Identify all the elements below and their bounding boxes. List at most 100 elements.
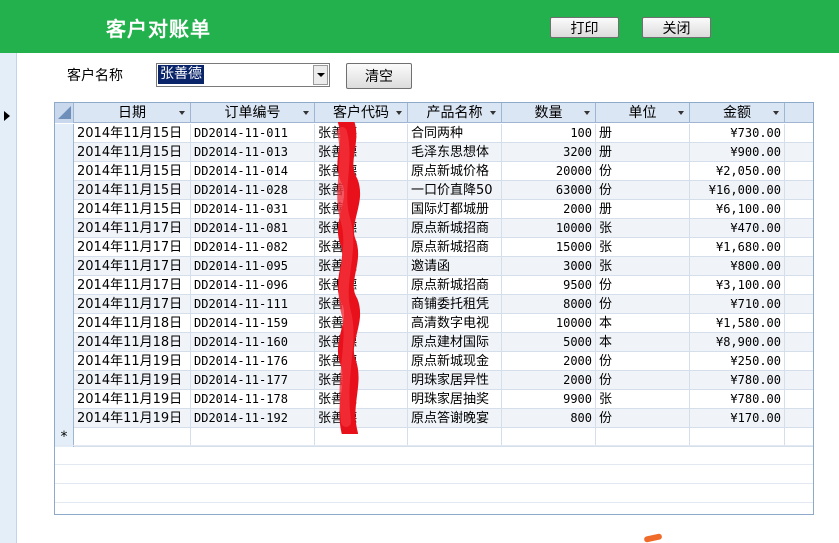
cell-quantity[interactable]: 15000: [502, 238, 596, 257]
filter-arrow-icon[interactable]: [773, 111, 779, 115]
cell-quantity[interactable]: 100: [502, 124, 596, 143]
orders-datasheet[interactable]: 日期 订单编号 客户代码 产品名称 数量 单位 金额 2014年11月15日 D…: [54, 102, 814, 515]
filter-arrow-icon[interactable]: [396, 111, 402, 115]
filter-arrow-icon[interactable]: [490, 111, 496, 115]
filter-arrow-icon[interactable]: [303, 111, 309, 115]
cell-unit[interactable]: 张: [596, 219, 690, 238]
cell-date[interactable]: 2014年11月19日: [74, 409, 191, 428]
cell-quantity[interactable]: 2000: [502, 200, 596, 219]
cell-amount[interactable]: ¥2,050.00: [690, 162, 785, 181]
cell-quantity[interactable]: 20000: [502, 162, 596, 181]
cell-unit[interactable]: 本: [596, 333, 690, 352]
table-row[interactable]: 2014年11月17日 DD2014-11-082 张善德 原点新城招商 150…: [55, 238, 813, 257]
cell-amount[interactable]: ¥710.00: [690, 295, 785, 314]
cell-quantity[interactable]: 2000: [502, 352, 596, 371]
cell-quantity[interactable]: 5000: [502, 333, 596, 352]
cell-amount[interactable]: ¥730.00: [690, 124, 785, 143]
cell-date[interactable]: 2014年11月17日: [74, 295, 191, 314]
cell-unit[interactable]: 本: [596, 314, 690, 333]
cell-unit[interactable]: 张: [596, 238, 690, 257]
select-all-corner[interactable]: [55, 103, 74, 123]
cell-amount[interactable]: ¥8,900.00: [690, 333, 785, 352]
cell-unit[interactable]: 份: [596, 276, 690, 295]
row-selector[interactable]: [55, 314, 74, 333]
column-header-order-no[interactable]: 订单编号: [191, 103, 315, 123]
cell-amount[interactable]: ¥1,680.00: [690, 238, 785, 257]
cell-date[interactable]: 2014年11月15日: [74, 181, 191, 200]
column-header-unit[interactable]: 单位: [596, 103, 690, 123]
cell-amount[interactable]: ¥780.00: [690, 371, 785, 390]
cell-order-no[interactable]: DD2014-11-081: [191, 219, 315, 238]
cell-order-no[interactable]: DD2014-11-159: [191, 314, 315, 333]
customer-name-value[interactable]: 张善德: [158, 65, 204, 84]
cell-date[interactable]: 2014年11月17日: [74, 257, 191, 276]
cell-unit[interactable]: 份: [596, 371, 690, 390]
cell-amount[interactable]: ¥170.00: [690, 409, 785, 428]
table-row[interactable]: 2014年11月15日 DD2014-11-013 张善德 毛泽东思想体 320…: [55, 143, 813, 162]
cell-quantity[interactable]: 9900: [502, 390, 596, 409]
row-selector[interactable]: [55, 257, 74, 276]
row-selector[interactable]: [55, 238, 74, 257]
clear-button[interactable]: 清空: [346, 63, 412, 89]
cell-quantity[interactable]: 10000: [502, 219, 596, 238]
cell-quantity[interactable]: 63000: [502, 181, 596, 200]
cell-amount[interactable]: ¥250.00: [690, 352, 785, 371]
filter-arrow-icon[interactable]: [584, 111, 590, 115]
cell-order-no[interactable]: DD2014-11-160: [191, 333, 315, 352]
cell-product-name[interactable]: 明珠家居异性: [408, 371, 502, 390]
column-header-customer-code[interactable]: 客户代码: [315, 103, 408, 123]
cell-order-no[interactable]: DD2014-11-178: [191, 390, 315, 409]
cell-product-name[interactable]: 合同两种: [408, 124, 502, 143]
cell-unit[interactable]: 张: [596, 390, 690, 409]
cell-order-no[interactable]: DD2014-11-177: [191, 371, 315, 390]
table-row[interactable]: 2014年11月15日 DD2014-11-011 张善德 合同两种 100 册…: [55, 124, 813, 143]
cell-order-no[interactable]: DD2014-11-192: [191, 409, 315, 428]
cell-date[interactable]: 2014年11月19日: [74, 371, 191, 390]
cell-unit[interactable]: 份: [596, 409, 690, 428]
cell-product-name[interactable]: 原点答谢晚宴: [408, 409, 502, 428]
table-row[interactable]: 2014年11月15日 DD2014-11-014 张善德 原点新城价格 200…: [55, 162, 813, 181]
cell-product-name[interactable]: 原点新城现金: [408, 352, 502, 371]
column-header-amount[interactable]: 金额: [690, 103, 785, 123]
table-row[interactable]: 2014年11月19日 DD2014-11-176 张善德 原点新城现金 200…: [55, 352, 813, 371]
row-selector[interactable]: [55, 276, 74, 295]
row-selector[interactable]: [55, 181, 74, 200]
table-row[interactable]: 2014年11月15日 DD2014-11-031 张善德 国际灯都城册 200…: [55, 200, 813, 219]
cell-order-no[interactable]: DD2014-11-176: [191, 352, 315, 371]
cell-product-name[interactable]: 一口价直降50: [408, 181, 502, 200]
table-row[interactable]: 2014年11月17日 DD2014-11-095 张善德 邀请函 3000 张…: [55, 257, 813, 276]
cell-amount[interactable]: ¥6,100.00: [690, 200, 785, 219]
cell-product-name[interactable]: 高清数字电视: [408, 314, 502, 333]
row-selector[interactable]: [55, 295, 74, 314]
cell-date[interactable]: 2014年11月19日: [74, 390, 191, 409]
cell-quantity[interactable]: 9500: [502, 276, 596, 295]
close-button[interactable]: 关闭: [642, 17, 711, 38]
cell-quantity[interactable]: 3200: [502, 143, 596, 162]
cell-amount[interactable]: ¥16,000.00: [690, 181, 785, 200]
cell-order-no[interactable]: DD2014-11-096: [191, 276, 315, 295]
cell-date[interactable]: 2014年11月19日: [74, 352, 191, 371]
table-row[interactable]: 2014年11月19日 DD2014-11-192 张善德 原点答谢晚宴 800…: [55, 409, 813, 428]
cell-order-no[interactable]: DD2014-11-028: [191, 181, 315, 200]
filter-arrow-icon[interactable]: [179, 111, 185, 115]
cell-amount[interactable]: ¥1,580.00: [690, 314, 785, 333]
table-row[interactable]: 2014年11月17日 DD2014-11-081 张善德 原点新城招商 100…: [55, 219, 813, 238]
cell-date[interactable]: 2014年11月17日: [74, 276, 191, 295]
cell-date[interactable]: 2014年11月15日: [74, 200, 191, 219]
cell-quantity[interactable]: 10000: [502, 314, 596, 333]
cell-unit[interactable]: 张: [596, 257, 690, 276]
cell-quantity[interactable]: 3000: [502, 257, 596, 276]
customer-name-combo[interactable]: 张善德: [156, 63, 330, 87]
table-row[interactable]: 2014年11月18日 DD2014-11-159 张善德 高清数字电视 100…: [55, 314, 813, 333]
row-selector[interactable]: [55, 409, 74, 428]
cell-unit[interactable]: 册: [596, 200, 690, 219]
cell-unit[interactable]: 份: [596, 181, 690, 200]
cell-product-name[interactable]: 商铺委托租凭: [408, 295, 502, 314]
cell-order-no[interactable]: DD2014-11-014: [191, 162, 315, 181]
cell-amount[interactable]: ¥900.00: [690, 143, 785, 162]
table-row[interactable]: 2014年11月17日 DD2014-11-111 张善德 商铺委托租凭 800…: [55, 295, 813, 314]
column-header-quantity[interactable]: 数量: [502, 103, 596, 123]
table-row[interactable]: 2014年11月17日 DD2014-11-096 张善德 原点新城招商 950…: [55, 276, 813, 295]
table-row[interactable]: 2014年11月19日 DD2014-11-178 张善德 明珠家居抽奖 990…: [55, 390, 813, 409]
cell-product-name[interactable]: 原点建材国际: [408, 333, 502, 352]
